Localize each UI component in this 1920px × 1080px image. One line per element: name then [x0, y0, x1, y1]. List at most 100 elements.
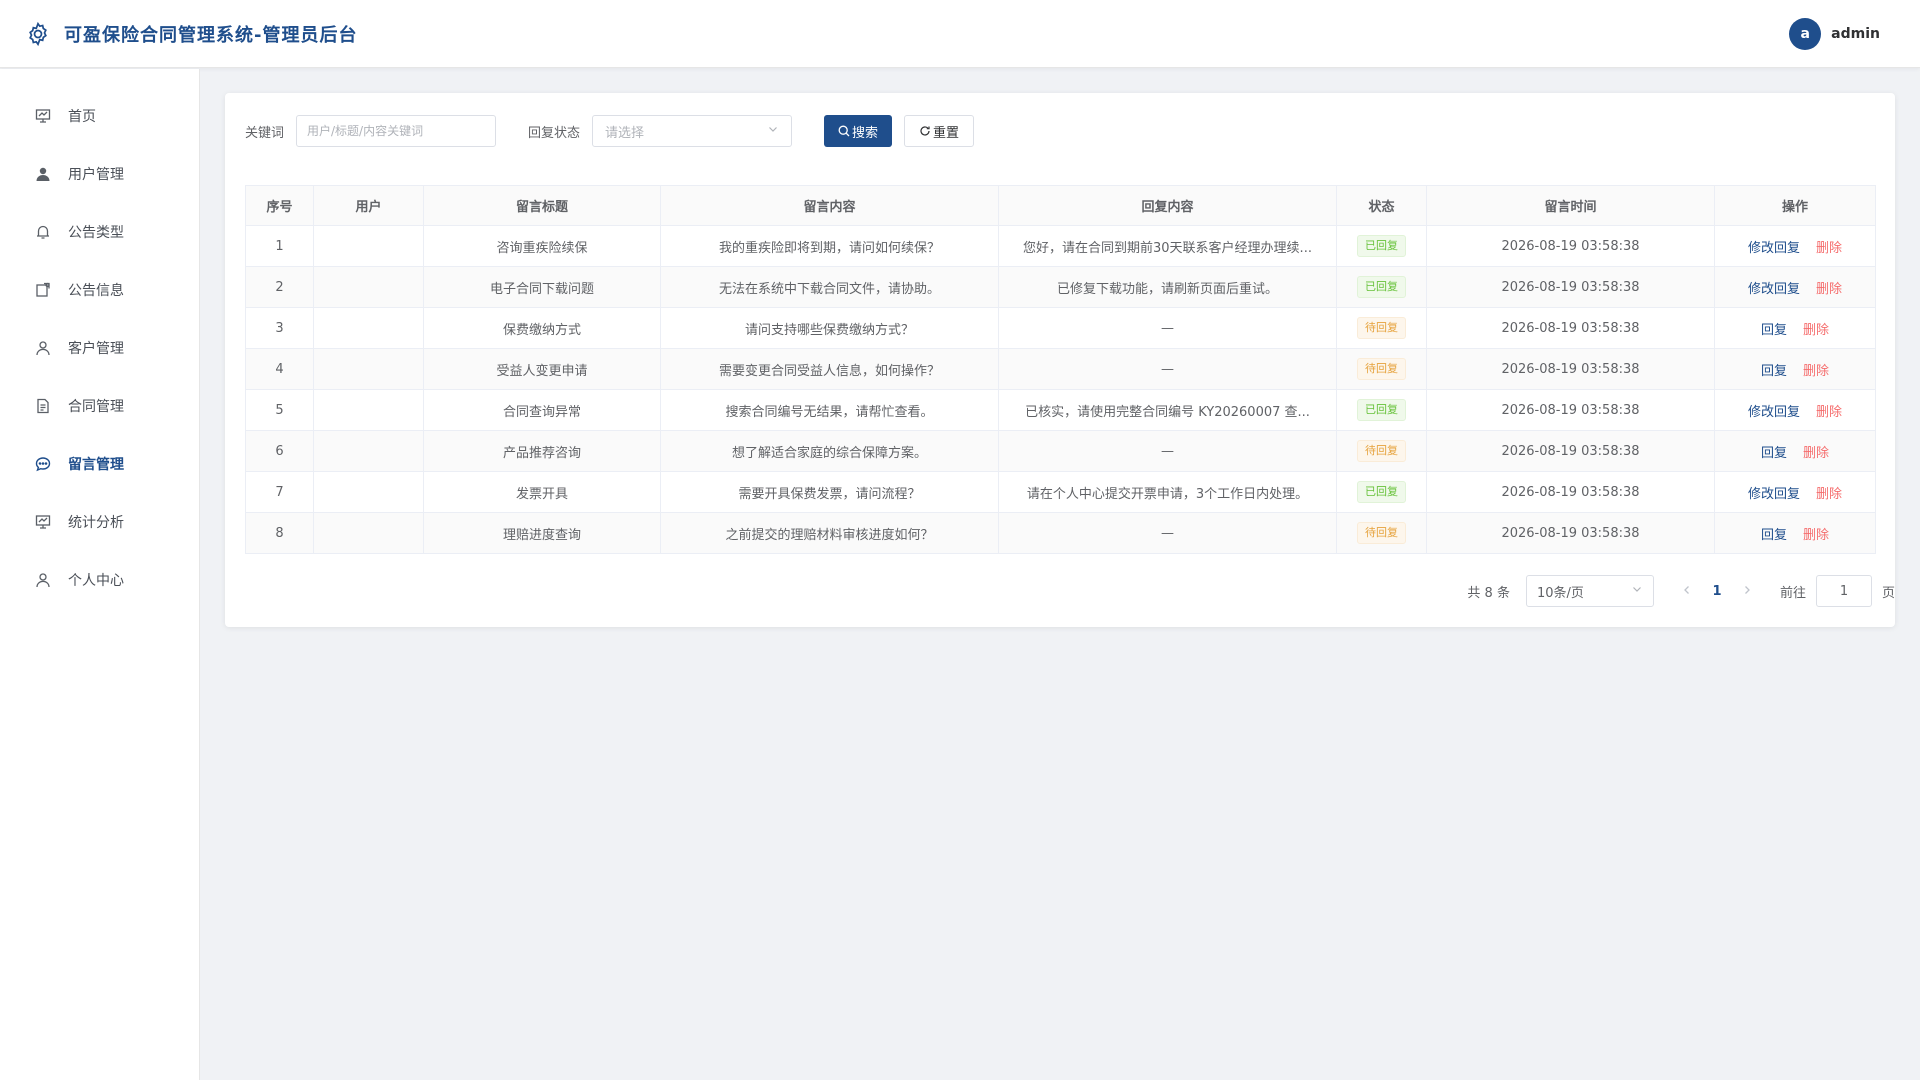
user-icon	[34, 339, 52, 357]
table-header-row: 序号 用户 留言标题 留言内容 回复内容 状态 留言时间 操作	[245, 185, 1876, 226]
content-cell: 之前提交的理赔材料审核进度如何？	[660, 512, 999, 554]
sidebar-item-customers[interactable]: 客户管理	[0, 319, 199, 377]
sidebar-item-messages[interactable]: 留言管理	[0, 435, 199, 493]
column-header: 留言标题	[423, 185, 661, 226]
delete-button[interactable]: 删除	[1816, 405, 1842, 420]
row-number-cell: 6	[245, 430, 314, 472]
status-cell: 已回复	[1336, 266, 1427, 308]
sidebar-item-statistics[interactable]: 统计分析	[0, 493, 199, 551]
content-cell: 我的重疾险即将到期，请问如何续保？	[660, 225, 999, 267]
sidebar-item-contracts[interactable]: 合同管理	[0, 377, 199, 435]
bell-icon	[34, 223, 52, 241]
row-number-cell: 7	[245, 471, 314, 513]
sidebar-item-label: 留言管理	[68, 457, 124, 473]
status-cell: 已回复	[1336, 225, 1427, 267]
sidebar-item-label: 用户管理	[68, 167, 124, 183]
user-menu[interactable]: a admin	[1789, 18, 1880, 50]
sidebar-item-notices[interactable]: 公告信息	[0, 261, 199, 319]
prev-page-button[interactable]	[1672, 584, 1702, 599]
column-header: 状态	[1336, 185, 1427, 226]
goto-page-input[interactable]	[1815, 575, 1872, 607]
actions-cell: 修改回复 删除	[1714, 266, 1876, 308]
title-cell: 保费缴纳方式	[423, 307, 661, 349]
user-icon	[34, 571, 52, 589]
reply-button[interactable]: 回复	[1761, 323, 1787, 338]
username[interactable]: admin	[1831, 26, 1880, 42]
time-cell: 2026-08-19 03:58:38	[1426, 389, 1715, 431]
page-number[interactable]: 1	[1702, 584, 1732, 599]
messages-table: 序号 用户 留言标题 留言内容 回复内容 状态 留言时间 操作 1 咨询重疾险续保…	[245, 185, 1876, 554]
search-button[interactable]: 搜索	[824, 115, 893, 147]
chart-board-icon	[34, 107, 52, 125]
next-page-button[interactable]	[1732, 584, 1762, 599]
main-card: 关键词 回复状态 请选择 搜索 重置 序号 用户 留言标题 留言内容 回复内容	[225, 93, 1895, 627]
content-cell: 需要变更合同受益人信息，如何操作？	[660, 348, 999, 390]
reply-cell: 您好，请在合同到期前30天联系客户经理办理续...	[998, 225, 1337, 267]
status-select-placeholder: 请选择	[605, 125, 645, 141]
delete-button[interactable]: 删除	[1803, 446, 1829, 461]
delete-button[interactable]: 删除	[1803, 528, 1829, 543]
status-badge: 待回复	[1357, 522, 1406, 544]
avatar[interactable]: a	[1789, 18, 1822, 50]
table-row: 5 合同查询异常 搜索合同编号无结果，请帮忙查看。 已核实，请使用完整合同编号 KY2…	[245, 389, 1876, 431]
sidebar-item-home[interactable]: 首页	[0, 87, 199, 145]
user-cell	[313, 512, 424, 554]
delete-button[interactable]: 删除	[1816, 487, 1842, 502]
delete-button[interactable]: 删除	[1816, 241, 1842, 256]
table-row: 1 咨询重疾险续保 我的重疾险即将到期，请问如何续保？ 您好，请在合同到期前30天联系…	[245, 225, 1876, 267]
sidebar-item-users[interactable]: 用户管理	[0, 145, 199, 203]
chevron-down-icon	[767, 123, 779, 139]
edit-reply-button[interactable]: 修改回复	[1748, 405, 1800, 420]
pagination: 共 8 条 10条/页 1 前往 页	[1467, 575, 1895, 607]
delete-button[interactable]: 删除	[1816, 282, 1842, 297]
sidebar-item-label: 公告信息	[68, 283, 124, 299]
reply-button[interactable]: 回复	[1761, 446, 1787, 461]
sidebar-item-label: 公告类型	[68, 225, 124, 241]
table-row: 8 理赔进度查询 之前提交的理赔材料审核进度如何？ — 待回复 2026-08-19 03…	[245, 512, 1876, 554]
reply-cell: 已修复下载功能，请刷新页面后重试。	[998, 266, 1337, 308]
row-number-cell: 5	[245, 389, 314, 431]
edit-reply-button[interactable]: 修改回复	[1748, 282, 1800, 297]
status-label: 回复状态	[528, 125, 581, 141]
column-header: 序号	[245, 185, 314, 226]
status-badge: 待回复	[1357, 440, 1406, 462]
sidebar: 首页 用户管理 公告类型 公告信息 客户管理 合同管理 留言管理 统计分析 个人…	[0, 69, 200, 1080]
time-cell: 2026-08-19 03:58:38	[1426, 266, 1715, 308]
sidebar-item-notice-types[interactable]: 公告类型	[0, 203, 199, 261]
top-header: 可盈保险合同管理系统-管理员后台 a admin	[0, 0, 1920, 68]
table-row: 7 发票开具 需要开具保费发票，请问流程？ 请在个人中心提交开票申请，3个工作日内处理…	[245, 471, 1876, 513]
user-cell	[313, 348, 424, 390]
reset-button[interactable]: 重置	[904, 115, 975, 147]
reply-cell: 已核实，请使用完整合同编号 KY20260007 查...	[998, 389, 1337, 431]
status-badge: 已回复	[1357, 235, 1406, 257]
status-cell: 已回复	[1336, 471, 1427, 513]
delete-button[interactable]: 删除	[1803, 364, 1829, 379]
row-number-cell: 4	[245, 348, 314, 390]
status-cell: 已回复	[1336, 389, 1427, 431]
keyword-input[interactable]	[296, 115, 497, 147]
chart-board-icon	[34, 513, 52, 531]
reply-button[interactable]: 回复	[1761, 364, 1787, 379]
time-cell: 2026-08-19 03:58:38	[1426, 430, 1715, 472]
time-cell: 2026-08-19 03:58:38	[1426, 471, 1715, 513]
user-cell	[313, 471, 424, 513]
reply-button[interactable]: 回复	[1761, 528, 1787, 543]
reply-cell: 请在个人中心提交开票申请，3个工作日内处理。	[998, 471, 1337, 513]
user-cell	[313, 430, 424, 472]
delete-button[interactable]: 删除	[1803, 323, 1829, 338]
edit-reply-button[interactable]: 修改回复	[1748, 487, 1800, 502]
status-badge: 待回复	[1357, 358, 1406, 380]
content-cell: 想了解适合家庭的综合保障方案。	[660, 430, 999, 472]
table-row: 6 产品推荐咨询 想了解适合家庭的综合保障方案。 — 待回复 2026-08-19 03:…	[245, 430, 1876, 472]
content-cell: 请问支持哪些保费缴纳方式？	[660, 307, 999, 349]
reply-cell: —	[998, 348, 1337, 390]
title-cell: 产品推荐咨询	[423, 430, 661, 472]
sidebar-item-profile[interactable]: 个人中心	[0, 551, 199, 609]
status-select[interactable]: 请选择	[592, 115, 793, 147]
title-cell: 发票开具	[423, 471, 661, 513]
reset-button-label: 重置	[933, 125, 960, 141]
page-size-select[interactable]: 10条/页	[1525, 575, 1654, 607]
edit-reply-button[interactable]: 修改回复	[1748, 241, 1800, 256]
actions-cell: 回复 删除	[1714, 307, 1876, 349]
status-badge: 已回复	[1357, 276, 1406, 298]
